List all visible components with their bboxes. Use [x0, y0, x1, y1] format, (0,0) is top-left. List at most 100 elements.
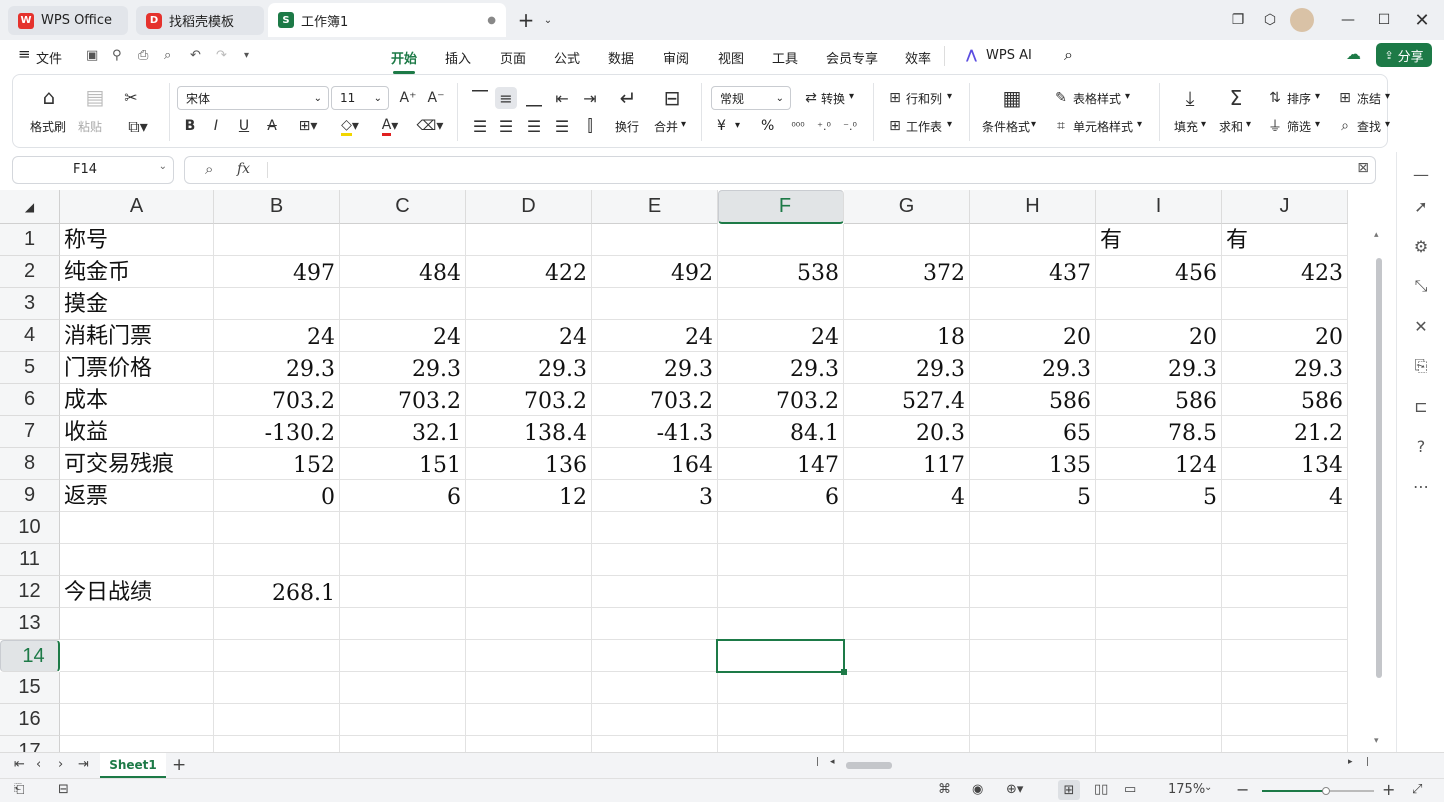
cell-g9[interactable]: 4 — [844, 480, 970, 512]
cell-j2[interactable]: 423 — [1222, 256, 1348, 288]
filter-label[interactable]: 筛选 — [1287, 118, 1311, 135]
selected-cell-f14[interactable] — [716, 639, 847, 675]
cell-h15[interactable] — [970, 672, 1096, 704]
menu-home[interactable]: 开始 — [391, 48, 417, 74]
cell-h16[interactable] — [970, 704, 1096, 736]
cell-style-label[interactable]: 单元格样式 — [1073, 118, 1133, 135]
cell-f17[interactable] — [718, 736, 844, 752]
cell-a3[interactable]: 摸金 — [60, 288, 214, 320]
more-icon[interactable]: ⋯ — [1409, 474, 1433, 498]
decimal-decrease-icon[interactable]: ⁻.⁰ — [839, 115, 861, 137]
cell-c1[interactable] — [340, 224, 466, 256]
cell-f16[interactable] — [718, 704, 844, 736]
cell-g10[interactable] — [844, 512, 970, 544]
add-sheet-icon[interactable]: + — [172, 755, 186, 775]
cell-d14[interactable] — [466, 640, 592, 672]
cell-f10[interactable] — [718, 512, 844, 544]
print-icon[interactable]: ⎙ — [138, 48, 148, 63]
cell-d16[interactable] — [466, 704, 592, 736]
row-header-17[interactable]: 17 — [0, 736, 60, 752]
font-name-select[interactable]: 宋体 ⌄ — [177, 86, 329, 110]
cell-d1[interactable] — [466, 224, 592, 256]
cell-a6[interactable]: 成本 — [60, 384, 214, 416]
column-header-f[interactable]: F — [718, 190, 844, 224]
cell-d7[interactable]: 138.4 — [466, 416, 592, 448]
tools-icon[interactable]: ✕ — [1409, 314, 1433, 338]
cell-h7[interactable]: 65 — [970, 416, 1096, 448]
cell-g2[interactable]: 372 — [844, 256, 970, 288]
conditional-format-icon[interactable]: ▦ — [999, 85, 1025, 111]
new-tab-plus-icon[interactable]: + — [514, 8, 538, 32]
cell-h13[interactable] — [970, 608, 1096, 640]
cell-g11[interactable] — [844, 544, 970, 576]
cell-c15[interactable] — [340, 672, 466, 704]
cell-e16[interactable] — [592, 704, 718, 736]
cell-h8[interactable]: 135 — [970, 448, 1096, 480]
print-preview-icon[interactable]: ⌕ — [164, 48, 171, 63]
chevron-down-icon[interactable]: ⌄ — [536, 8, 560, 32]
page-view-icon[interactable]: ▯▯ — [1094, 782, 1108, 797]
cell-h10[interactable] — [970, 512, 1096, 544]
cell-c9[interactable]: 6 — [340, 480, 466, 512]
cell-j3[interactable] — [1222, 288, 1348, 320]
cell-e11[interactable] — [592, 544, 718, 576]
cell-j16[interactable] — [1222, 704, 1348, 736]
zoom-level[interactable]: 175% — [1168, 782, 1205, 797]
unsaved-dot-icon[interactable]: ● — [487, 15, 496, 26]
underline-icon[interactable]: U — [233, 115, 255, 137]
cell-c5[interactable]: 29.3 — [340, 352, 466, 384]
filter-icon[interactable]: ⏚ — [1265, 115, 1285, 137]
cell-i7[interactable]: 78.5 — [1096, 416, 1222, 448]
cell-i8[interactable]: 124 — [1096, 448, 1222, 480]
chevron-down-icon[interactable]: ▾ — [1246, 119, 1251, 130]
window-restore-icon[interactable]: ❐ — [1226, 8, 1250, 32]
cell-h5[interactable]: 29.3 — [970, 352, 1096, 384]
worksheet-icon[interactable]: ⊞ — [885, 115, 905, 137]
chevron-down-icon[interactable]: ▾ — [735, 120, 740, 131]
cell-j1[interactable]: 有 — [1222, 224, 1348, 256]
column-header-g[interactable]: G — [844, 190, 970, 224]
cell-f1[interactable] — [718, 224, 844, 256]
cell-e15[interactable] — [592, 672, 718, 704]
row-header-13[interactable]: 13 — [0, 608, 60, 640]
chevron-down-icon[interactable]: ▾ — [947, 119, 952, 130]
chevron-down-icon[interactable]: ▾ — [1315, 119, 1320, 130]
cell-style-icon[interactable]: ⌗ — [1051, 115, 1071, 137]
cell-h4[interactable]: 20 — [970, 320, 1096, 352]
book-icon[interactable]: ⊏ — [1409, 394, 1433, 418]
cell-c2[interactable]: 484 — [340, 256, 466, 288]
cell-i10[interactable] — [1096, 512, 1222, 544]
name-box[interactable]: F14 ⌄ — [12, 156, 174, 184]
border-icon[interactable]: ⊞▾ — [291, 115, 325, 137]
cell-f5[interactable]: 29.3 — [718, 352, 844, 384]
cell-e12[interactable] — [592, 576, 718, 608]
cell-h2[interactable]: 437 — [970, 256, 1096, 288]
share-button[interactable]: ⇪ 分享 — [1376, 43, 1432, 67]
cell-g16[interactable] — [844, 704, 970, 736]
cell-g17[interactable] — [844, 736, 970, 752]
save-icon[interactable]: ▣ — [86, 48, 98, 63]
cell-d11[interactable] — [466, 544, 592, 576]
select-all-corner[interactable]: ◢ — [0, 190, 60, 224]
row-col-label[interactable]: 行和列 — [906, 90, 942, 107]
font-size-select[interactable]: 11 ⌄ — [331, 86, 389, 110]
cell-c11[interactable] — [340, 544, 466, 576]
align-left-icon[interactable]: ☰ — [469, 115, 491, 137]
column-header-i[interactable]: I — [1096, 190, 1222, 224]
prev-sheet-icon[interactable]: ‹ — [36, 757, 41, 772]
column-header-e[interactable]: E — [592, 190, 718, 224]
maximize-icon[interactable]: ☐ — [1372, 8, 1396, 32]
chevron-down-icon[interactable]: ▾ — [947, 91, 952, 102]
zoom-slider-thumb[interactable] — [1322, 787, 1330, 795]
menu-review[interactable]: 审阅 — [663, 48, 689, 67]
cell-f11[interactable] — [718, 544, 844, 576]
merge-label[interactable]: 合并 — [654, 118, 678, 135]
cell-a7[interactable]: 收益 — [60, 416, 214, 448]
cell-g4[interactable]: 18 — [844, 320, 970, 352]
chevron-down-icon[interactable]: ▾ — [1137, 119, 1142, 130]
cell-i12[interactable] — [1096, 576, 1222, 608]
cell-e10[interactable] — [592, 512, 718, 544]
sum-icon[interactable]: Σ — [1223, 85, 1249, 111]
vertical-scrollbar[interactable]: ▴ ▾ — [1372, 224, 1386, 752]
paste-label[interactable]: 粘贴 — [78, 118, 102, 135]
